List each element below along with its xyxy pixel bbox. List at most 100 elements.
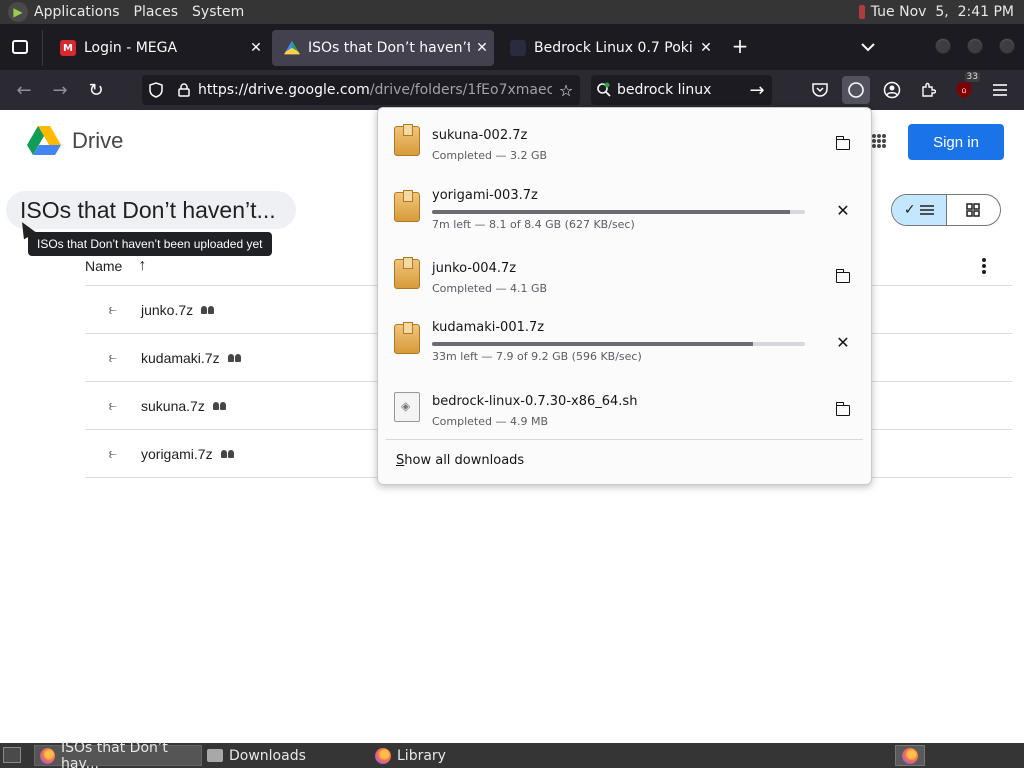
download-status: Completed — 4.1 GB xyxy=(432,282,548,295)
downloads-progress-icon xyxy=(848,82,864,98)
close-window-button[interactable] xyxy=(999,38,1015,54)
download-status: Completed — 3.2 GB xyxy=(432,149,548,162)
folder-icon xyxy=(207,749,223,762)
url-text[interactable]: https://drive.google.com/drive/folders/1… xyxy=(198,82,552,98)
bookmark-star-icon[interactable]: ☆ xyxy=(552,81,580,100)
pocket-icon[interactable] xyxy=(806,76,834,104)
download-item[interactable]: kudamaki-001.7z 33m left — 7.9 of 9.2 GB… xyxy=(378,310,871,372)
firefox-view-button[interactable] xyxy=(0,24,40,70)
view-toggle[interactable]: ✓ xyxy=(891,194,1001,226)
show-all-downloads-button[interactable]: Show all downloads xyxy=(396,453,524,468)
download-item[interactable]: sukuna-002.7z Completed — 3.2 GB xyxy=(378,112,871,174)
search-text[interactable]: bedrock linux xyxy=(617,82,742,98)
menu-system[interactable]: System xyxy=(192,4,244,20)
tab-title: Login - MEGA xyxy=(84,40,178,56)
notification-icon xyxy=(858,5,865,19)
file-name[interactable]: sukuna.7z xyxy=(141,398,205,414)
download-item[interactable]: yorigami-003.7z 7m left — 8.1 of 8.4 GB … xyxy=(378,178,871,240)
package-icon xyxy=(394,124,420,156)
file-name[interactable]: junko.7z xyxy=(141,302,193,318)
name-column-label: Name xyxy=(85,258,123,274)
download-progress-fill xyxy=(432,342,753,346)
bedrock-icon xyxy=(510,40,526,56)
taskbar-item-label: Library xyxy=(397,747,446,764)
package-icon xyxy=(394,190,420,222)
minimize-button[interactable] xyxy=(935,38,951,54)
name-column-header[interactable]: Name ↑ xyxy=(85,257,146,275)
tab-title: Bedrock Linux 0.7 Poki Insta xyxy=(534,40,694,56)
taskbar-item-downloads[interactable]: Downloads xyxy=(202,745,368,766)
bottom-taskbar: ISOs that Don’t hav... Downloads Library xyxy=(0,740,1024,768)
list-view-button[interactable]: ✓ xyxy=(892,195,947,225)
folder-icon xyxy=(835,135,850,150)
clock-area[interactable]: Tue Nov 5, 2:41 PM xyxy=(858,0,1014,24)
taskbar-item-browser[interactable]: ISOs that Don’t hav... xyxy=(34,740,202,768)
url-path: /drive/folders/1fEo7xmaeca1S xyxy=(369,82,552,98)
taskbar-item-label: ISOs that Don’t hav... xyxy=(61,739,168,768)
extension-badge: 33 xyxy=(964,72,980,82)
download-progress-bar xyxy=(432,342,805,346)
cancel-download-button[interactable]: ✕ xyxy=(832,199,854,221)
workspace-switcher[interactable] xyxy=(895,745,925,766)
folder-icon xyxy=(835,401,850,416)
hamburger-menu-icon[interactable] xyxy=(986,76,1014,104)
checkmark-icon: ✓ xyxy=(903,202,916,218)
show-in-folder-button[interactable] xyxy=(832,399,854,421)
download-progress-bar xyxy=(432,210,805,214)
script-file-icon xyxy=(394,392,420,422)
tab-bedrock[interactable]: Bedrock Linux 0.7 Poki Insta ✕ xyxy=(498,30,718,66)
download-status: Completed — 4.9 MB xyxy=(432,415,549,428)
google-drive-icon xyxy=(27,126,61,155)
ublock-extension-icon[interactable]: ū 33 xyxy=(950,72,980,104)
new-tab-plus-icon[interactable]: + xyxy=(728,34,752,58)
menu-places[interactable]: Places xyxy=(134,4,179,20)
archive-file-icon: ⥼ xyxy=(109,397,117,414)
cancel-download-button[interactable]: ✕ xyxy=(832,331,854,353)
back-arrow-icon[interactable]: ← xyxy=(12,78,36,102)
drive-brand-text: Drive xyxy=(72,128,124,153)
reload-icon[interactable]: ↻ xyxy=(84,78,108,102)
download-item[interactable]: junko-004.7z Completed — 4.1 GB xyxy=(378,245,871,307)
folder-title-chip[interactable]: ISOs that Don’t haven’t... xyxy=(6,191,296,229)
download-progress-fill xyxy=(432,210,791,214)
archive-file-icon: ⥼ xyxy=(109,445,117,462)
show-in-folder-button[interactable] xyxy=(832,133,854,155)
tracking-shield-icon[interactable] xyxy=(142,82,170,98)
url-host: https://drive.google.com xyxy=(198,82,370,98)
panel-divider xyxy=(386,439,863,440)
downloads-button[interactable] xyxy=(842,76,870,104)
taskbar-item-library[interactable]: Library xyxy=(370,745,536,766)
tab-list-chevron-icon[interactable] xyxy=(857,36,879,58)
search-engine-icon[interactable] xyxy=(591,82,617,98)
tab-close-icon[interactable]: ✕ xyxy=(470,40,494,56)
tab-close-icon[interactable]: ✕ xyxy=(244,40,268,56)
show-desktop-icon[interactable] xyxy=(3,747,21,763)
distro-logo-icon[interactable]: ▶ xyxy=(8,2,28,22)
file-name[interactable]: kudamaki.7z xyxy=(141,350,220,366)
download-item[interactable]: bedrock-linux-0.7.30-x86_64.sh Completed… xyxy=(378,378,871,440)
archive-file-icon: ⥼ xyxy=(109,349,117,366)
sort-arrow-up-icon[interactable]: ↑ xyxy=(138,257,146,275)
maximize-button[interactable] xyxy=(967,38,983,54)
drive-logo[interactable]: Drive xyxy=(26,125,123,157)
sign-in-button[interactable]: Sign in xyxy=(908,124,1004,160)
menu-applications[interactable]: Applications xyxy=(34,4,120,20)
google-apps-grid-icon[interactable] xyxy=(872,134,886,148)
file-name[interactable]: yorigami.7z xyxy=(141,446,213,462)
extensions-puzzle-icon[interactable] xyxy=(914,76,942,104)
grid-view-button[interactable] xyxy=(947,195,1001,225)
download-status: 7m left — 8.1 of 8.4 GB (627 KB/sec) xyxy=(432,218,635,231)
tab-drive[interactable]: ISOs that Don’t haven’t been ✕ xyxy=(272,30,494,66)
account-icon[interactable] xyxy=(878,76,906,104)
search-bar[interactable]: bedrock linux → xyxy=(591,75,772,105)
tab-mega[interactable]: M Login - MEGA ✕ xyxy=(48,30,268,66)
tab-close-icon[interactable]: ✕ xyxy=(694,40,718,56)
package-icon xyxy=(394,257,420,289)
clock[interactable]: Tue Nov 5, 2:41 PM xyxy=(871,4,1014,20)
url-bar[interactable]: https://drive.google.com/drive/folders/1… xyxy=(142,75,580,105)
forward-arrow-icon[interactable]: → xyxy=(48,78,72,102)
more-options-icon[interactable] xyxy=(982,258,986,274)
lock-icon[interactable] xyxy=(170,83,198,97)
show-in-folder-button[interactable] xyxy=(832,266,854,288)
search-go-arrow-icon[interactable]: → xyxy=(742,80,772,101)
